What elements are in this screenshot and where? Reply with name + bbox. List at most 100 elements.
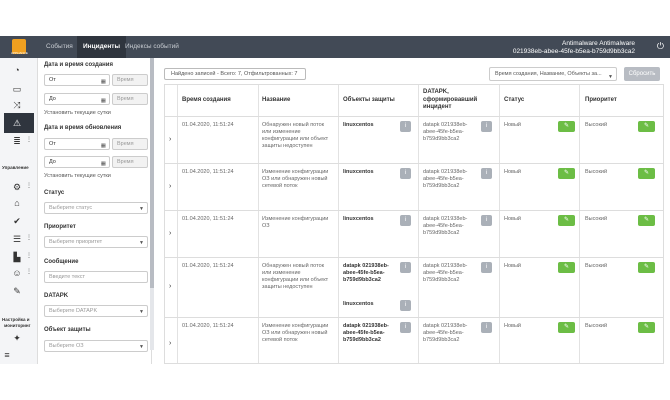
more-icon[interactable]: ⋮ bbox=[26, 182, 32, 189]
edit-priority-button[interactable]: ✎ bbox=[638, 168, 655, 179]
section-control: Управление bbox=[2, 165, 29, 170]
calendar-icon[interactable]: ▦ bbox=[101, 159, 106, 169]
created-from-time[interactable]: Время bbox=[112, 74, 148, 86]
records-found-counter: Найдено записей - Всего: 7, Отфильтрован… bbox=[164, 68, 306, 80]
database-icon[interactable]: ☰ bbox=[10, 232, 24, 246]
alert-icon[interactable]: ⚠ bbox=[10, 116, 24, 130]
dashboard-icon[interactable]: ◔ bbox=[10, 63, 24, 77]
info-icon[interactable]: i bbox=[400, 322, 411, 333]
set-current-day-link[interactable]: Установить текущие сутки bbox=[44, 110, 111, 116]
app-logo-text: APPLIANCE bbox=[11, 51, 28, 55]
sort-select[interactable]: Время создания, Название, Объекты за... ▼ bbox=[489, 67, 617, 81]
info-icon[interactable]: i bbox=[400, 262, 411, 273]
chevron-right-icon[interactable]: › bbox=[169, 136, 171, 143]
chevron-right-icon[interactable]: › bbox=[169, 340, 171, 347]
set-current-day-link[interactable]: Установить текущие сутки bbox=[44, 173, 111, 179]
column-header-name[interactable]: Название bbox=[262, 97, 290, 105]
protected-object: datapk 021938eb-abee-45fe-b5ea-b759d9bb3… bbox=[343, 323, 389, 343]
datapk-source: datapk 021938eb-abee-45fe-b5ea-b759d9bb3… bbox=[423, 216, 468, 236]
updated-from-date[interactable]: От ▦ bbox=[44, 138, 110, 150]
check-icon[interactable]: ✔ bbox=[10, 214, 24, 228]
info-icon[interactable]: i bbox=[481, 121, 492, 132]
reset-button[interactable]: Сбросить bbox=[624, 67, 660, 81]
edit-priority-button[interactable]: ✎ bbox=[638, 215, 655, 226]
created-to-time[interactable]: Время bbox=[112, 93, 148, 105]
info-icon[interactable]: i bbox=[481, 262, 492, 273]
info-icon[interactable]: i bbox=[481, 215, 492, 226]
more-icon[interactable]: ⋮ bbox=[26, 136, 32, 143]
chevron-right-icon[interactable]: › bbox=[169, 283, 171, 290]
more-icon[interactable]: ⋮ bbox=[26, 252, 32, 259]
incidents-table: Время создания Название Объекты защиты D… bbox=[164, 84, 664, 364]
created-time: 01.04.2020, 11:51:24 bbox=[182, 263, 234, 269]
table-row[interactable]: › 01.04.2020, 11:51:24 Изменение конфигу… bbox=[165, 211, 663, 258]
more-icon[interactable]: ⋮ bbox=[26, 268, 32, 275]
edit-priority-button[interactable]: ✎ bbox=[638, 322, 655, 333]
edit-status-button[interactable]: ✎ bbox=[558, 262, 575, 273]
incident-name: Обнаружен новый поток или изменение конф… bbox=[262, 122, 329, 149]
created-from-date[interactable]: От ▦ bbox=[44, 74, 110, 86]
message-label: Сообщение bbox=[44, 259, 79, 265]
user-icon[interactable]: ☺ bbox=[10, 266, 24, 280]
updated-to-time[interactable]: Время bbox=[112, 156, 148, 168]
edit-status-button[interactable]: ✎ bbox=[558, 121, 575, 132]
home-icon[interactable]: ⌂ bbox=[10, 196, 24, 210]
edit-priority-button[interactable]: ✎ bbox=[638, 262, 655, 273]
protected-object: linuxcentos bbox=[343, 122, 374, 128]
power-icon[interactable]: ⏻ bbox=[657, 41, 664, 52]
column-header-datapk[interactable]: DATAPK, сформировавший инцидент bbox=[423, 89, 495, 112]
created-to-date[interactable]: До ▦ bbox=[44, 93, 110, 105]
list-icon[interactable]: ≣ bbox=[10, 134, 24, 148]
message-input[interactable]: Введите текст bbox=[44, 271, 148, 283]
gear-icon[interactable]: ⚙ bbox=[10, 180, 24, 194]
created-time: 01.04.2020, 11:51:24 bbox=[182, 216, 234, 222]
chart-icon[interactable]: ▙ bbox=[10, 250, 24, 264]
laptop-icon[interactable]: ▭ bbox=[10, 82, 24, 96]
pen-icon[interactable]: ✎ bbox=[10, 284, 24, 298]
protected-object-label: Объект защиты bbox=[44, 327, 91, 333]
chevron-right-icon[interactable]: › bbox=[169, 183, 171, 190]
wrench-icon[interactable]: ✦ bbox=[10, 331, 24, 345]
info-icon[interactable]: i bbox=[400, 168, 411, 179]
section-settings-line2: мониторинг bbox=[4, 323, 31, 328]
info-icon[interactable]: i bbox=[400, 121, 411, 132]
table-row[interactable]: › 01.04.2020, 11:51:24 Обнаружен новый п… bbox=[165, 258, 663, 318]
protected-object: linuxcentos bbox=[343, 301, 374, 307]
priority-select[interactable]: Выберите приоритет ▼ bbox=[44, 236, 148, 248]
priority-label: Приоритет bbox=[44, 224, 76, 230]
datapk-source: datapk 021938eb-abee-45fe-b5ea-b759d9bb3… bbox=[423, 323, 468, 343]
incidents-main: Найдено записей - Всего: 7, Отфильтрован… bbox=[158, 58, 670, 364]
edit-priority-button[interactable]: ✎ bbox=[638, 121, 655, 132]
edit-status-button[interactable]: ✎ bbox=[558, 168, 575, 179]
tab-events[interactable]: События bbox=[40, 36, 79, 58]
edit-status-button[interactable]: ✎ bbox=[558, 215, 575, 226]
edit-status-button[interactable]: ✎ bbox=[558, 322, 575, 333]
calendar-icon[interactable]: ▦ bbox=[101, 77, 106, 87]
calendar-icon[interactable]: ▦ bbox=[101, 96, 106, 106]
datapk-select[interactable]: Выберите DATAPK ▼ bbox=[44, 305, 148, 317]
icon-sidebar: ◔ ▭ ⤨ ⚠ ≣ ⋮ Управление ⚙ ⋮ ⌂ ✔ ☰ ⋮ ▙ ⋮ ☺… bbox=[0, 58, 38, 364]
info-icon[interactable]: i bbox=[400, 215, 411, 226]
column-header-status[interactable]: Статус bbox=[504, 97, 524, 105]
chevron-right-icon[interactable]: › bbox=[169, 230, 171, 237]
column-header-created[interactable]: Время создания bbox=[182, 97, 231, 105]
info-icon[interactable]: i bbox=[400, 300, 411, 311]
menu-icon[interactable]: ≡ bbox=[0, 348, 14, 362]
table-row[interactable]: › 01.04.2020, 11:51:24 Изменение конфигу… bbox=[165, 164, 663, 211]
table-row[interactable]: › 01.04.2020, 11:51:24 Изменение конфигу… bbox=[165, 318, 663, 363]
shuffle-icon[interactable]: ⤨ bbox=[10, 98, 24, 112]
table-row[interactable]: › 01.04.2020, 11:51:24 Обнаружен новый п… bbox=[165, 117, 663, 164]
filters-scrollbar-thumb[interactable] bbox=[150, 58, 154, 288]
column-header-objects[interactable]: Объекты защиты bbox=[343, 97, 395, 105]
priority-value: Высокий bbox=[585, 169, 608, 175]
info-icon[interactable]: i bbox=[481, 322, 492, 333]
calendar-icon[interactable]: ▦ bbox=[101, 141, 106, 151]
column-header-priority[interactable]: Приоритет bbox=[585, 97, 617, 105]
status-select[interactable]: Выберите статус ▼ bbox=[44, 202, 148, 214]
protected-object-select[interactable]: Выберите ОЗ ▼ bbox=[44, 340, 148, 352]
tab-event-indexes[interactable]: Индексы событий bbox=[119, 36, 185, 58]
info-icon[interactable]: i bbox=[481, 168, 492, 179]
more-icon[interactable]: ⋮ bbox=[26, 234, 32, 241]
updated-from-time[interactable]: Время bbox=[112, 138, 148, 150]
updated-to-date[interactable]: До ▦ bbox=[44, 156, 110, 168]
